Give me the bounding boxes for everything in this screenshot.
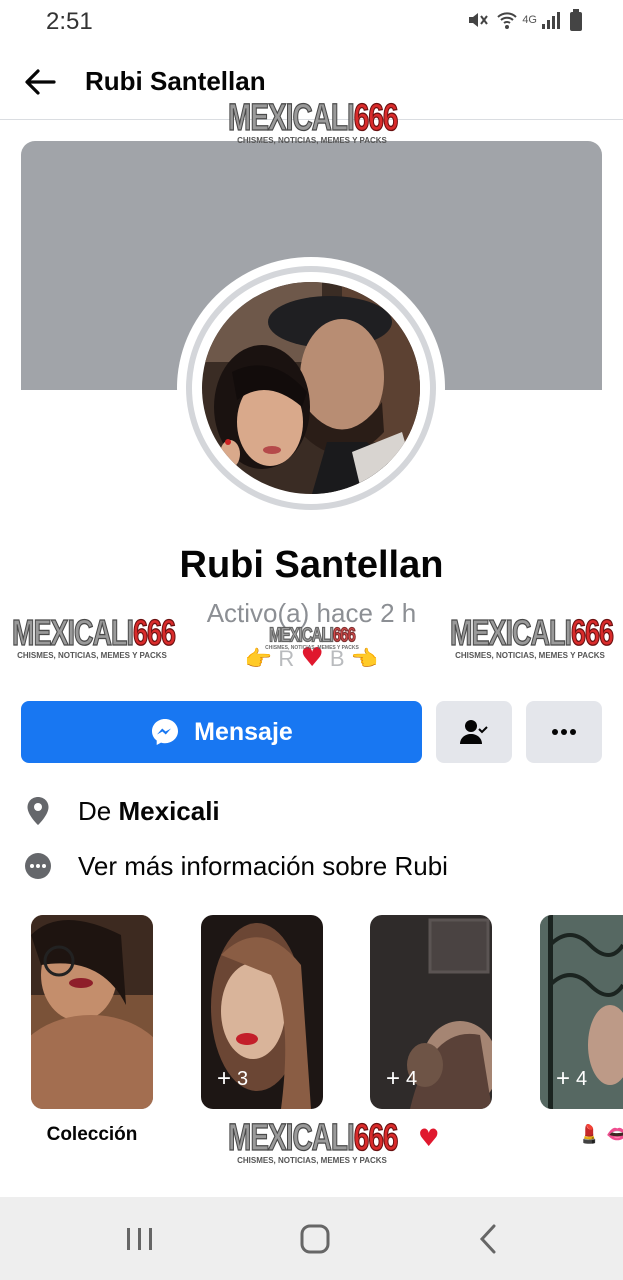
highlight-4-count: +4 — [556, 1065, 588, 1092]
status-time: 2:51 — [46, 8, 93, 35]
heart-emoji: ♥ — [300, 643, 324, 673]
location-pin-icon — [22, 795, 54, 827]
network-label: 4G — [522, 14, 537, 26]
pointing-right-emoji: 👉 — [244, 647, 273, 672]
more-info-row[interactable]: Ver más información sobre Rubi — [22, 846, 602, 886]
highlight-4-lipstick-label: 💄 👄 — [578, 1124, 623, 1145]
more-options-button[interactable] — [526, 701, 602, 763]
recent-apps-icon[interactable] — [118, 1217, 162, 1261]
bio: 👉 R ♥ B 👈 — [0, 643, 623, 673]
highlight-3-heart-label: ♥ — [418, 1124, 440, 1152]
profile-picture-frame — [186, 266, 436, 510]
hometown-row: De Mexicali — [22, 791, 602, 831]
hometown-city: Mexicali — [118, 795, 220, 826]
wifi-icon — [497, 12, 518, 29]
highlight-1-label: Colección — [46, 1124, 138, 1145]
status-icons: 4G — [466, 8, 583, 32]
messenger-icon — [152, 719, 179, 745]
system-navigation-bar — [0, 1197, 623, 1280]
hometown-text: De Mexicali — [78, 795, 220, 826]
active-status: Activo(a) hace 2 h — [206, 598, 417, 628]
page-title: Rubi Santellan — [85, 66, 266, 96]
highlight-2-count: +3 — [217, 1065, 249, 1092]
more-dots-icon — [552, 729, 576, 735]
back-arrow-icon[interactable] — [22, 64, 58, 100]
bio-initial-r: R — [278, 646, 295, 671]
featured-highlight-4[interactable]: +4 — [540, 915, 623, 1109]
battery-icon — [570, 9, 582, 31]
friend-status-button[interactable] — [436, 701, 512, 763]
watermark-bottom: MEXICALI666 CHISMES, NOTICIAS, MEMES Y P… — [228, 1116, 399, 1165]
profile-photo — [202, 282, 420, 494]
bio-initial-b: B — [329, 646, 345, 671]
profile-name: Rubi Santellan — [179, 544, 444, 586]
featured-highlight-1[interactable] — [31, 915, 153, 1109]
top-app-bar: Rubi Santellan — [0, 44, 623, 120]
back-nav-icon[interactable] — [466, 1217, 510, 1261]
friends-check-icon — [460, 720, 488, 744]
pointing-left-emoji: 👈 — [350, 647, 379, 672]
status-bar: 2:51 4G — [0, 0, 623, 44]
more-info-text: Ver más información sobre Rubi — [78, 850, 448, 881]
featured-highlight-3[interactable]: +4 — [370, 915, 492, 1109]
mute-icon — [469, 13, 489, 27]
featured-highlight-2[interactable]: +3 — [201, 915, 323, 1109]
profile-picture[interactable] — [177, 257, 445, 519]
home-icon[interactable] — [293, 1217, 337, 1261]
message-button-label: Mensaje — [194, 717, 293, 746]
more-info-icon — [22, 850, 54, 882]
signal-icon — [542, 12, 560, 29]
message-button[interactable]: Mensaje — [21, 701, 422, 763]
highlight-3-count: +4 — [386, 1065, 418, 1092]
